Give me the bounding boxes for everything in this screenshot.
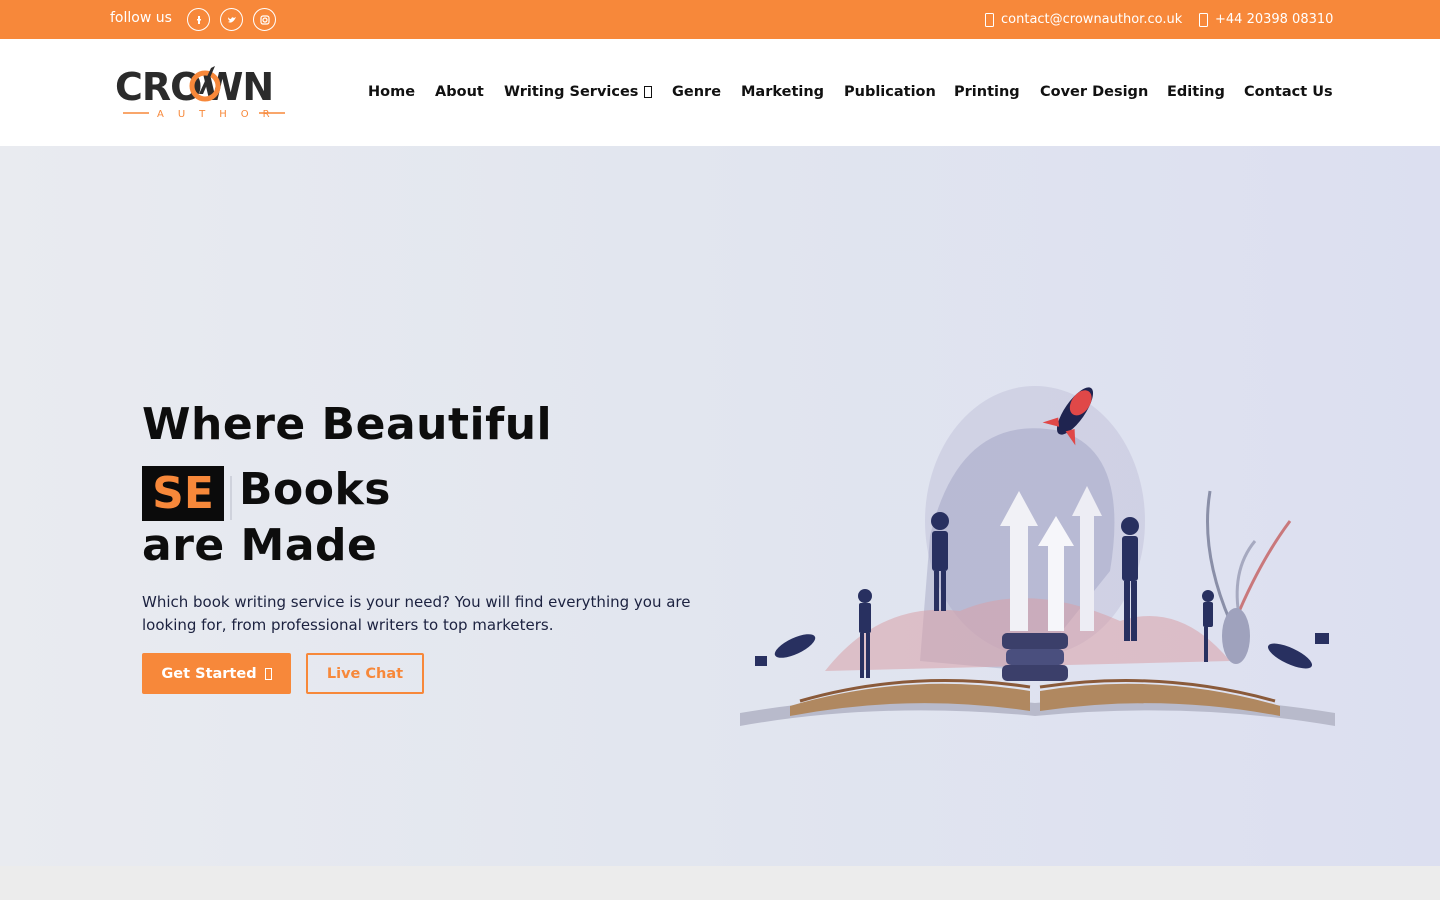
main-nav: Home About Writing Services Genre Market… [0, 84, 1440, 104]
nav-writing-services-label: Writing Services [504, 84, 639, 100]
nav-contact-us[interactable]: Contact Us [1244, 84, 1333, 100]
envelope-icon [985, 12, 994, 27]
hero-title-line3: are Made [142, 520, 378, 571]
nav-marketing[interactable]: Marketing [741, 84, 824, 100]
nav-cover-design[interactable]: Cover Design [1040, 84, 1148, 100]
twitter-icon[interactable] [220, 8, 243, 31]
nav-editing[interactable]: Editing [1167, 84, 1225, 100]
nav-genre[interactable]: Genre [672, 84, 721, 100]
typing-cursor [230, 476, 232, 520]
nav-about[interactable]: About [435, 84, 484, 100]
phone-icon [1199, 12, 1208, 27]
hero-title-line2: Books [239, 464, 391, 515]
get-started-label: Get Started [161, 665, 257, 682]
logo-tagline: AUTHOR [157, 109, 284, 120]
instagram-icon[interactable] [253, 8, 276, 31]
email-text: contact@crownauthor.co.uk [1001, 12, 1183, 27]
nav-printing[interactable]: Printing [954, 84, 1020, 100]
typed-word: SE [142, 466, 224, 521]
site-header: CROWN AUTHOR Home About Writing Services… [0, 39, 1440, 146]
hero-description: Which book writing service is your need?… [142, 593, 691, 634]
hero-title-line1: Where Beautiful [142, 399, 553, 450]
follow-us-label: follow us [110, 10, 172, 26]
nav-publication[interactable]: Publication [844, 84, 936, 100]
chevron-down-icon [644, 86, 653, 98]
get-started-button[interactable]: Get Started [142, 653, 291, 694]
nav-home[interactable]: Home [368, 84, 415, 100]
arrow-right-icon [264, 667, 272, 680]
phone-link[interactable]: +44 20398 08310 [1199, 12, 1333, 27]
phone-text: +44 20398 08310 [1215, 12, 1334, 27]
top-bar: follow us contact@crownauthor.co.uk +44 … [0, 0, 1440, 39]
facebook-icon[interactable] [187, 8, 210, 31]
hero-illustration [740, 386, 1335, 726]
live-chat-button[interactable]: Live Chat [306, 653, 424, 694]
email-link[interactable]: contact@crownauthor.co.uk [985, 12, 1182, 27]
next-section-preview [0, 866, 1440, 900]
nav-writing-services[interactable]: Writing Services [504, 84, 653, 100]
hero-section: Where Beautiful SE Books are Made Which … [0, 146, 1440, 866]
